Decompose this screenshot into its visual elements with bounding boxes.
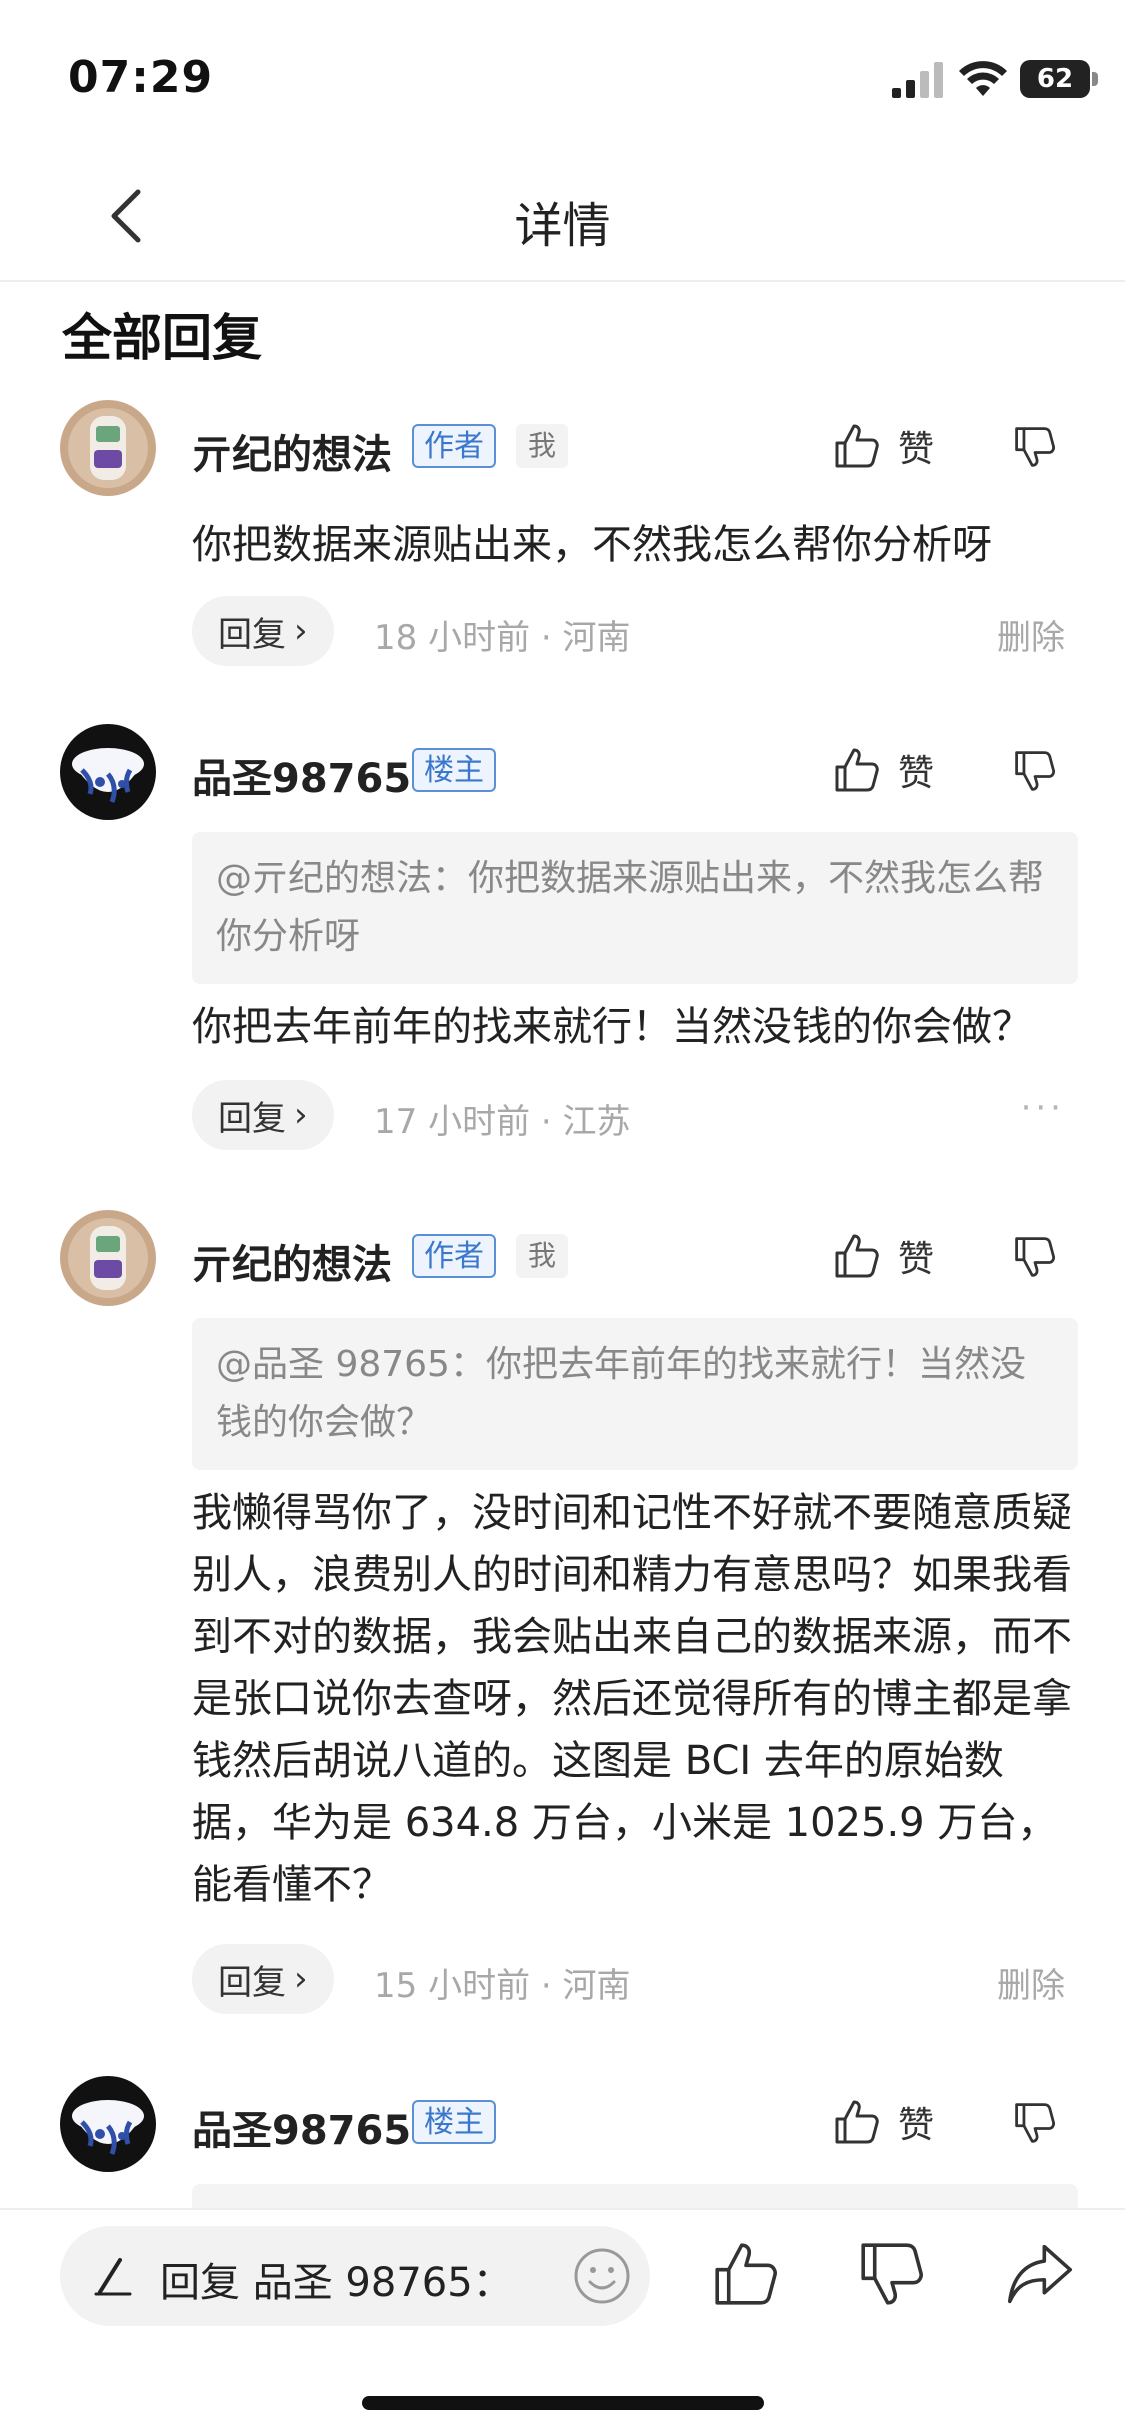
thumbs-down-icon bbox=[1015, 427, 1055, 467]
chevron-right-icon: › bbox=[294, 1095, 308, 1135]
more-button[interactable]: ··· bbox=[1021, 1088, 1065, 1128]
thumbs-up-icon bbox=[835, 1234, 879, 1278]
bottom-action-bar: 回复 品圣 98765： bbox=[0, 2208, 1125, 2436]
chevron-right-icon: › bbox=[294, 1959, 308, 1999]
nav-bar: 详情 bbox=[0, 150, 1125, 282]
comment-item: 亓纪的想法 作者 我 赞 你把数据来源贴出来，不然我怎么帮你分析呀 回复 › 1… bbox=[0, 400, 1125, 700]
reply-label: 回复 bbox=[218, 614, 286, 655]
delete-button[interactable]: 删除 bbox=[997, 1958, 1065, 2007]
thumbs-up-icon bbox=[835, 424, 879, 468]
thumbs-up-icon bbox=[835, 2100, 879, 2144]
comment-username[interactable]: 品圣98765 bbox=[192, 2098, 411, 2156]
battery-indicator: 62 bbox=[1020, 60, 1090, 98]
like-label: 赞 bbox=[898, 1239, 935, 1280]
pen-icon bbox=[94, 2258, 132, 2296]
dislike-button[interactable] bbox=[1008, 420, 1062, 474]
author-tag: 作者 bbox=[412, 1234, 496, 1278]
avatar[interactable] bbox=[60, 724, 156, 820]
page-title: 详情 bbox=[514, 198, 611, 254]
reply-button[interactable]: 回复 › bbox=[192, 596, 334, 666]
comment-item: 品圣98765 楼主 赞 bbox=[0, 2076, 1125, 2208]
reply-button[interactable]: 回复 › bbox=[192, 1080, 334, 1150]
wifi-icon bbox=[959, 61, 1007, 96]
quoted-comment bbox=[192, 2184, 1078, 2208]
chevron-right-icon: › bbox=[294, 611, 308, 651]
avatar-image bbox=[60, 724, 156, 820]
like-button[interactable]: 赞 bbox=[832, 2096, 934, 2148]
avatar[interactable] bbox=[60, 2076, 156, 2172]
delete-button[interactable]: 删除 bbox=[997, 610, 1065, 659]
smiley-icon[interactable] bbox=[572, 2246, 632, 2306]
dislike-button[interactable] bbox=[1008, 1230, 1062, 1284]
thumbs-down-icon bbox=[1015, 2103, 1055, 2143]
thumbs-up-icon bbox=[835, 748, 879, 792]
status-bar: 07:29 62 bbox=[0, 0, 1125, 150]
like-label: 赞 bbox=[898, 2105, 935, 2146]
thumbs-down-icon bbox=[1015, 1237, 1055, 1277]
owner-tag: 楼主 bbox=[412, 748, 496, 792]
avatar-image bbox=[60, 1210, 156, 1306]
like-button[interactable]: 赞 bbox=[832, 1230, 934, 1282]
home-indicator[interactable] bbox=[362, 2396, 764, 2410]
share-icon[interactable] bbox=[1004, 2238, 1076, 2310]
author-tag: 作者 bbox=[412, 424, 496, 468]
comment-meta: 15 小时前 · 河南 bbox=[374, 1966, 631, 2006]
like-button[interactable]: 赞 bbox=[832, 420, 934, 472]
battery-cap bbox=[1092, 72, 1098, 86]
section-title: 全部回复 bbox=[62, 309, 262, 367]
comment-username[interactable]: 品圣98765 bbox=[192, 746, 411, 804]
quoted-comment[interactable]: @亓纪的想法：你把数据来源贴出来，不然我怎么帮你分析呀 bbox=[192, 832, 1078, 984]
like-label: 赞 bbox=[898, 753, 935, 794]
comment-username[interactable]: 亓纪的想法 bbox=[192, 422, 392, 480]
back-button[interactable] bbox=[96, 186, 156, 246]
thumbs-up-icon[interactable] bbox=[710, 2238, 782, 2310]
chevron-left-icon bbox=[111, 189, 141, 243]
comment-body: 你把去年前年的找来就行！当然没钱的你会做？ bbox=[192, 1004, 1032, 1050]
comment-body: 我懒得骂你了，没时间和记性不好就不要随意质疑别人，浪费别人的时间和精力有意思吗？… bbox=[192, 1490, 1072, 1908]
like-button[interactable]: 赞 bbox=[832, 744, 934, 796]
avatar-image bbox=[60, 2076, 156, 2172]
thumbs-down-icon[interactable] bbox=[856, 2238, 928, 2310]
dislike-button[interactable] bbox=[1008, 744, 1062, 798]
comment-body: 你把数据来源贴出来，不然我怎么帮你分析呀 bbox=[192, 522, 992, 568]
reply-input-text: 回复 品圣 98765： bbox=[160, 2260, 513, 2306]
thumbs-down-icon bbox=[1015, 751, 1055, 791]
reply-label: 回复 bbox=[218, 1098, 286, 1139]
dislike-button[interactable] bbox=[1008, 2096, 1062, 2150]
avatar[interactable] bbox=[60, 400, 156, 496]
me-tag: 我 bbox=[516, 424, 569, 468]
comment-meta: 17 小时前 · 江苏 bbox=[374, 1102, 631, 1142]
avatar[interactable] bbox=[60, 1210, 156, 1306]
comment-item: 品圣98765 楼主 赞 @亓纪的想法：你把数据来源贴出来，不然我怎么帮你分析呀… bbox=[0, 724, 1125, 1174]
owner-tag: 楼主 bbox=[412, 2100, 496, 2144]
reply-button[interactable]: 回复 › bbox=[192, 1944, 334, 2014]
comment-item: 亓纪的想法 作者 我 赞 @品圣 98765：你把去年前年的找来就行！当然没钱的… bbox=[0, 1210, 1125, 2014]
me-tag: 我 bbox=[516, 1234, 569, 1278]
reply-input[interactable]: 回复 品圣 98765： bbox=[60, 2226, 650, 2326]
reply-label: 回复 bbox=[218, 1962, 286, 2003]
cellular-signal-icon bbox=[892, 62, 943, 98]
comment-meta: 18 小时前 · 河南 bbox=[374, 618, 631, 658]
quoted-comment[interactable]: @品圣 98765：你把去年前年的找来就行！当然没钱的你会做？ bbox=[192, 1318, 1078, 1470]
status-time: 07:29 bbox=[68, 52, 214, 103]
avatar-image bbox=[60, 400, 156, 496]
comment-username[interactable]: 亓纪的想法 bbox=[192, 1232, 392, 1290]
like-label: 赞 bbox=[898, 429, 935, 470]
